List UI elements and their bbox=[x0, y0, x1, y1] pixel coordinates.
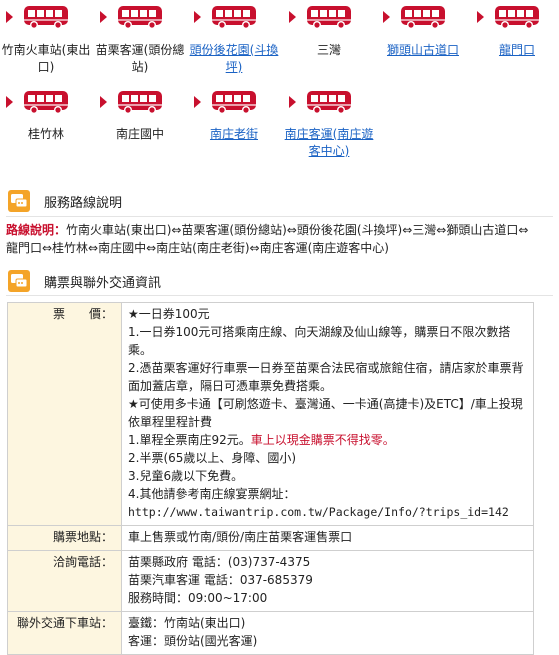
divider bbox=[6, 216, 553, 217]
price-line: 4.其他請參考南庄線宴票網址： bbox=[128, 487, 296, 501]
route-description: 路線說明：竹南火車站(東出口)⇔苗栗客運(頭份總站)⇔頭份後花園(斗換坪)⇔三灣… bbox=[6, 221, 531, 257]
chevron-right-icon bbox=[100, 11, 107, 23]
stop-label: 桂竹林 bbox=[27, 127, 64, 141]
cash-warning: 車上以現金購票不得找零。 bbox=[250, 433, 395, 447]
price-label: 票 價： bbox=[7, 302, 122, 526]
where-value: 車上售票或竹南/頭份/南庄苗栗客運售票口 bbox=[121, 525, 534, 551]
chevron-right-icon bbox=[6, 11, 13, 23]
table-row: 洽詢電話： 苗栗縣政府 電話：(03)737-4375 苗栗汽車客運 電話：03… bbox=[7, 550, 534, 612]
stop-label[interactable]: 獅頭山古道口 bbox=[378, 42, 468, 59]
price-value: ★一日券100元 1.一日券100元可搭乘南庄線、向天湖線及仙山線等，購票日不限… bbox=[121, 302, 534, 526]
table-row: 購票地點： 車上售票或竹南/頭份/南庄苗栗客運售票口 bbox=[7, 525, 534, 551]
bus-icon bbox=[306, 90, 352, 118]
table-row: 聯外交通下車站： 臺鐵：竹南站(東出口) 客運：頭份站(國光客運) bbox=[7, 611, 534, 655]
contact-line: 苗栗汽車客運 電話：037-685379 bbox=[128, 573, 313, 587]
bus-icon bbox=[117, 5, 163, 33]
price-line-text: 1.單程全票南庄92元。 bbox=[128, 433, 251, 447]
divider bbox=[6, 295, 553, 296]
transfer-line: 客運：頭份站(國光客運) bbox=[128, 634, 258, 648]
route-section-title: 服務路線說明 bbox=[44, 195, 123, 211]
stop-label: 苗栗客運(頭份總站) bbox=[95, 43, 185, 74]
ticket-section-title: 購票與聯外交通資訊 bbox=[44, 275, 162, 291]
package-url: http://www.taiwantrip.com.tw/Package/Inf… bbox=[128, 505, 509, 519]
contact-value: 苗栗縣政府 電話：(03)737-4375 苗栗汽車客運 電話：037-6853… bbox=[121, 550, 534, 612]
chevron-right-icon bbox=[289, 11, 296, 23]
chevron-right-icon bbox=[289, 96, 296, 108]
stop-label[interactable]: 南庄客運(南庄遊客中心) bbox=[284, 126, 374, 160]
bus-icon bbox=[117, 90, 163, 118]
bus-icon bbox=[400, 5, 446, 33]
price-line: ★一日券100元 bbox=[128, 307, 210, 321]
stop-label[interactable]: 頭份後花園(斗換坪) bbox=[189, 42, 279, 76]
chevron-right-icon bbox=[383, 11, 390, 23]
stop-label: 三灣 bbox=[316, 43, 341, 57]
contact-line: 服務時間：09:00~17:00 bbox=[128, 591, 268, 605]
route-desc-label: 路線說明： bbox=[6, 223, 67, 237]
ticket-section-header: 購票與聯外交通資訊 bbox=[8, 270, 161, 292]
price-line: 1.單程全票南庄92元。車上以現金購票不得找零。 bbox=[128, 431, 527, 449]
contact-label: 洽詢電話： bbox=[7, 550, 122, 612]
price-line: 2.憑苗栗客運好行車票一日券至苗栗合法民宿或旅館住宿，請店家於車票背面加蓋店章，… bbox=[128, 361, 524, 393]
price-line: ★可使用多卡通【可刷悠遊卡、臺灣通、一卡通(高捷卡)及ETC】/車上投現依單程里… bbox=[128, 397, 523, 429]
bus-icon bbox=[494, 5, 540, 33]
bus-icon bbox=[211, 90, 257, 118]
chevron-right-icon bbox=[194, 11, 201, 23]
chevron-right-icon bbox=[6, 96, 13, 108]
route-section-header: 服務路線說明 bbox=[8, 190, 122, 212]
chevron-right-icon bbox=[477, 11, 484, 23]
stop-label: 南庄國中 bbox=[115, 127, 164, 141]
bus-icon bbox=[306, 5, 352, 33]
stop-label[interactable]: 南庄老街 bbox=[189, 126, 279, 143]
chat-bubble-icon bbox=[8, 190, 30, 212]
bus-icon bbox=[23, 90, 69, 118]
transfer-line: 臺鐵：竹南站(東出口) bbox=[128, 616, 246, 630]
ticket-info-table: 票 價： ★一日券100元 1.一日券100元可搭乘南庄線、向天湖線及仙山線等，… bbox=[7, 302, 534, 655]
route-desc-text: 竹南火車站(東出口)⇔苗栗客運(頭份總站)⇔頭份後花園(斗換坪)⇔三灣⇔獅頭山古… bbox=[6, 223, 529, 255]
price-line: 2.半票(65歲以上、身障、國小) bbox=[128, 451, 297, 465]
chevron-right-icon bbox=[100, 96, 107, 108]
table-row: 票 價： ★一日券100元 1.一日券100元可搭乘南庄線、向天湖線及仙山線等，… bbox=[7, 302, 534, 526]
transfer-label: 聯外交通下車站： bbox=[7, 611, 122, 655]
bus-icon bbox=[211, 5, 257, 33]
bus-icon bbox=[23, 5, 69, 33]
stop-label: 竹南火車站(東出口) bbox=[1, 43, 91, 74]
contact-line: 苗栗縣政府 電話：(03)737-4375 bbox=[128, 555, 311, 569]
chevron-right-icon bbox=[194, 96, 201, 108]
stop-label[interactable]: 龍門口 bbox=[472, 42, 559, 59]
chat-bubble-icon bbox=[8, 270, 30, 292]
where-label: 購票地點： bbox=[7, 525, 122, 551]
price-line: 3.兒童6歲以下免費。 bbox=[128, 469, 244, 483]
transfer-value: 臺鐵：竹南站(東出口) 客運：頭份站(國光客運) bbox=[121, 611, 534, 655]
price-line: 1.一日券100元可搭乘南庄線、向天湖線及仙山線等，購票日不限次數搭乘。 bbox=[128, 325, 511, 357]
